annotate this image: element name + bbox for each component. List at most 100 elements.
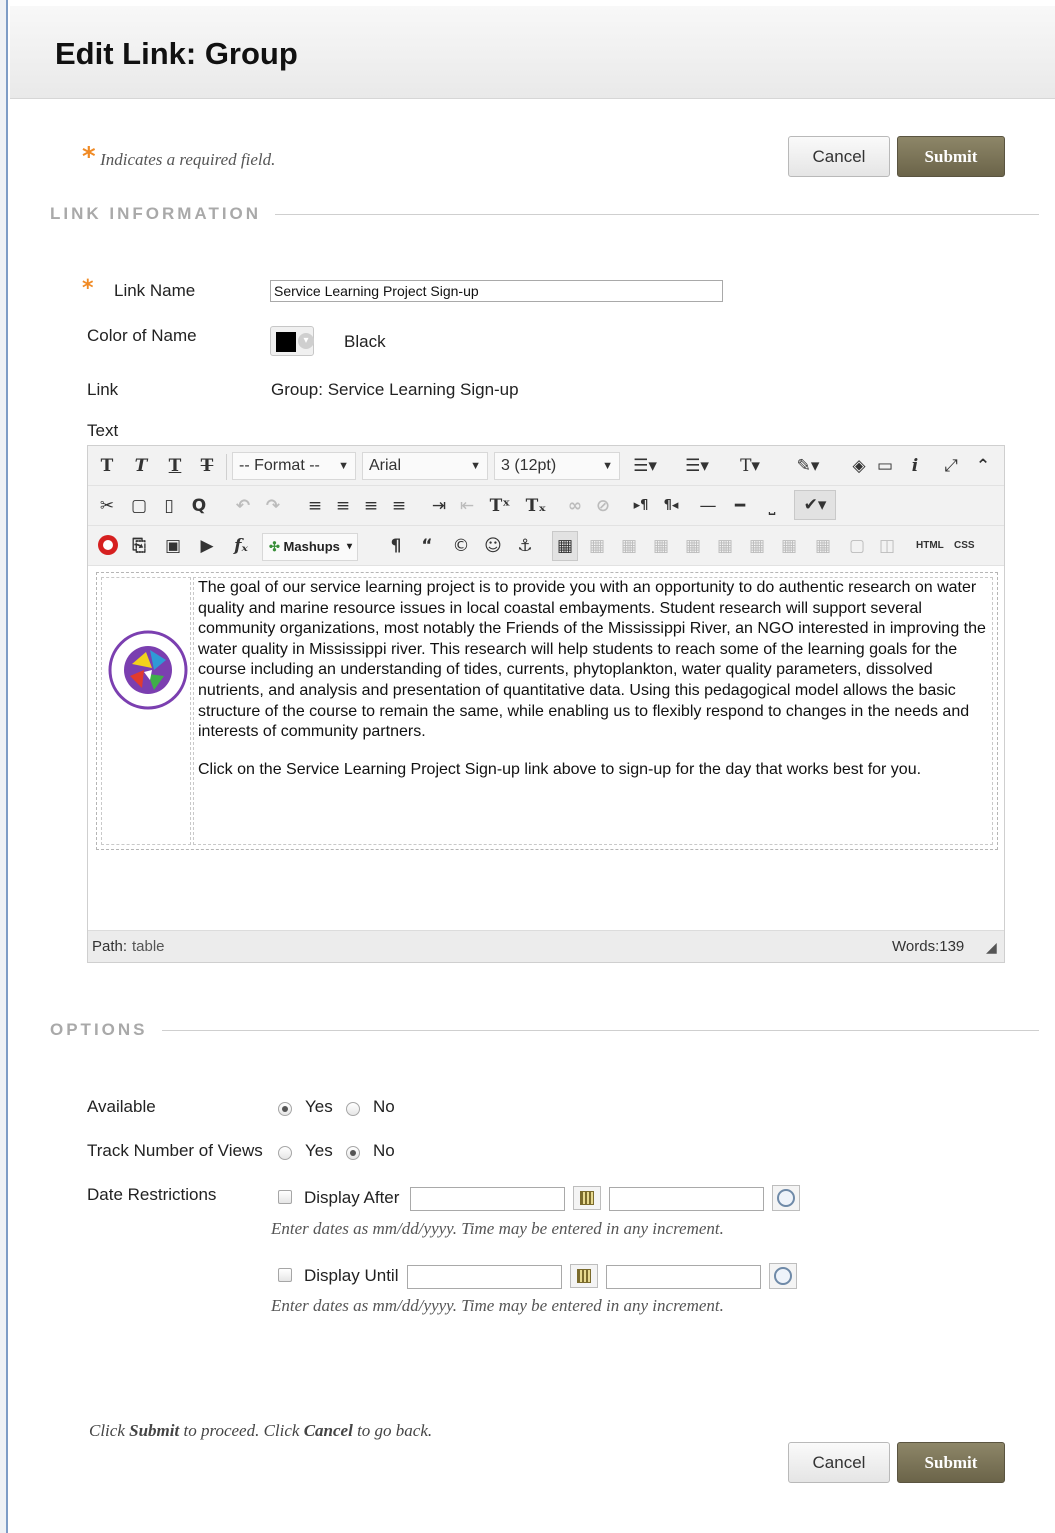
thick-rule-icon[interactable]: ━ xyxy=(728,492,752,520)
horizontal-rule-icon[interactable]: — xyxy=(696,492,720,520)
editor-paragraph-2: Click on the Service Learning Project Si… xyxy=(198,760,922,778)
cancel-button-top[interactable]: Cancel xyxy=(788,136,890,177)
clock-icon xyxy=(774,1267,792,1285)
blockquote-icon[interactable]: “ xyxy=(416,532,438,560)
display-until-time-input[interactable] xyxy=(606,1265,761,1289)
submit-button-bottom[interactable]: Submit xyxy=(897,1442,1005,1483)
track-views-label: Track Number of Views xyxy=(87,1141,263,1160)
editor-content-area[interactable]: The goal of our service learning project… xyxy=(96,572,998,852)
font-dropdown[interactable]: Arial ▼ xyxy=(362,452,488,480)
chevron-down-icon: ▼ xyxy=(602,460,613,472)
emoticon-icon[interactable]: ☺ xyxy=(482,532,504,560)
display-after-calendar-button[interactable] xyxy=(573,1186,601,1210)
rtl-icon[interactable]: ¶◂ xyxy=(658,492,684,520)
table-cell-icon[interactable]: ▦ xyxy=(618,532,640,560)
track-no-radio[interactable] xyxy=(346,1146,360,1160)
text-color-icon[interactable]: T▾ xyxy=(736,452,764,480)
resize-handle-icon[interactable]: ◢ xyxy=(986,940,997,956)
bullet-list-icon[interactable]: ☰▾ xyxy=(628,452,662,480)
available-yes-label: Yes xyxy=(305,1097,333,1116)
submit-button-top[interactable]: Submit xyxy=(897,136,1005,177)
attach-file-icon[interactable]: ⎘ xyxy=(128,532,150,560)
size-dropdown-value: 3 (12pt) xyxy=(501,457,557,474)
superscript-icon[interactable]: Tˣ xyxy=(486,492,514,520)
table-col-after-icon[interactable]: ▦ xyxy=(778,532,800,560)
chevron-down-icon: ▾ xyxy=(298,333,314,349)
paragraph-icon[interactable]: ¶ xyxy=(386,532,406,560)
available-yes-radio[interactable] xyxy=(278,1102,292,1116)
info-icon[interactable]: i xyxy=(906,452,924,480)
path-value[interactable]: table xyxy=(132,938,165,955)
bold-icon[interactable]: T xyxy=(96,452,118,480)
required-note: * Indicates a required field. xyxy=(82,142,275,172)
outdent-icon[interactable]: ⇤ xyxy=(456,492,478,520)
spellcheck-icon[interactable]: ✔▾ xyxy=(794,490,836,520)
page-header: Edit Link: Group xyxy=(10,6,1055,99)
format-dropdown[interactable]: -- Format -- ▼ xyxy=(232,452,356,480)
record-icon[interactable] xyxy=(98,535,118,555)
redo-icon[interactable]: ↷ xyxy=(262,492,284,520)
table-row-before-icon[interactable]: ▦ xyxy=(650,532,672,560)
fullscreen-icon[interactable]: ⤢ xyxy=(940,452,962,480)
display-until-clock-button[interactable] xyxy=(769,1263,797,1289)
align-justify-icon[interactable]: ≡ xyxy=(388,492,410,520)
copy-icon[interactable]: ▢ xyxy=(128,492,150,520)
indent-icon[interactable]: ⇥ xyxy=(428,492,450,520)
paste-icon[interactable]: ▯ xyxy=(158,492,180,520)
display-after-time-input[interactable] xyxy=(609,1187,764,1211)
table-col-before-icon[interactable]: ▦ xyxy=(746,532,768,560)
numbered-list-icon[interactable]: ☰▾ xyxy=(680,452,714,480)
table-row-after-icon[interactable]: ▦ xyxy=(682,532,704,560)
cut-icon[interactable]: ✂ xyxy=(96,492,118,520)
link-label: Link xyxy=(87,380,119,399)
track-yes-radio[interactable] xyxy=(278,1146,292,1160)
table-split-cells-icon[interactable]: ▢ xyxy=(846,532,868,560)
table-icon[interactable]: ▦ xyxy=(552,531,578,561)
subscript-icon[interactable]: Tₓ xyxy=(522,492,550,520)
align-left-icon[interactable]: ≡ xyxy=(304,492,326,520)
display-after-checkbox[interactable] xyxy=(278,1190,292,1204)
link-name-required-star: * xyxy=(82,276,94,301)
available-no-radio[interactable] xyxy=(346,1102,360,1116)
table-row-icon[interactable]: ▦ xyxy=(586,532,608,560)
footer-note-prefix: Click xyxy=(89,1421,130,1440)
display-until-date-input[interactable] xyxy=(407,1265,562,1289)
preview-icon[interactable]: ▭ xyxy=(874,452,896,480)
insert-image-icon[interactable]: ▣ xyxy=(162,532,184,560)
table-merge-cells-icon[interactable]: ◫ xyxy=(876,532,898,560)
link-name-input[interactable] xyxy=(270,280,723,302)
strikethrough-icon[interactable]: T xyxy=(196,452,218,480)
nonbreaking-space-icon[interactable]: ⎵ xyxy=(760,492,784,520)
ltr-icon[interactable]: ▸¶ xyxy=(628,492,654,520)
insert-media-icon[interactable]: ▶ xyxy=(196,532,218,560)
cancel-button-bottom[interactable]: Cancel xyxy=(788,1442,890,1483)
anchor-icon[interactable]: ⚓ xyxy=(514,532,536,560)
display-after-date-input[interactable] xyxy=(410,1187,565,1211)
format-dropdown-value: -- Format -- xyxy=(239,457,320,474)
find-icon[interactable]: Q xyxy=(188,492,210,520)
table-delete-col-icon[interactable]: ▦ xyxy=(812,532,834,560)
display-until-calendar-button[interactable] xyxy=(570,1264,598,1288)
undo-icon[interactable]: ↶ xyxy=(232,492,254,520)
copyright-icon[interactable]: © xyxy=(450,532,472,560)
link-icon[interactable]: ∞ xyxy=(564,492,586,520)
css-button[interactable]: CSS xyxy=(954,540,975,551)
align-center-icon[interactable]: ≡ xyxy=(332,492,354,520)
math-formula-icon[interactable]: fₓ xyxy=(228,532,254,560)
table-delete-row-icon[interactable]: ▦ xyxy=(714,532,736,560)
highlight-icon[interactable]: ✎▾ xyxy=(792,452,824,480)
color-picker[interactable]: ▾ xyxy=(270,326,314,356)
underline-icon[interactable]: T xyxy=(164,452,186,480)
unlink-icon[interactable]: ⊘ xyxy=(592,492,614,520)
size-dropdown[interactable]: 3 (12pt) ▼ xyxy=(494,452,620,480)
italic-icon[interactable]: T xyxy=(130,452,152,480)
clear-format-icon[interactable]: ◈ xyxy=(848,452,870,480)
align-right-icon[interactable]: ≡ xyxy=(360,492,382,520)
html-source-button[interactable]: HTML xyxy=(916,540,944,551)
rich-text-editor[interactable]: T T T T -- Format -- ▼ Arial ▼ 3 (12pt) ▼ ☰… xyxy=(87,445,1005,963)
display-until-checkbox[interactable] xyxy=(278,1268,292,1282)
display-after-clock-button[interactable] xyxy=(772,1185,800,1211)
collapse-icon[interactable]: ⌃ xyxy=(972,452,994,480)
editor-paragraph-1: The goal of our service learning project… xyxy=(198,579,986,741)
mashups-dropdown[interactable]: ✣ Mashups ▾ xyxy=(262,533,358,561)
